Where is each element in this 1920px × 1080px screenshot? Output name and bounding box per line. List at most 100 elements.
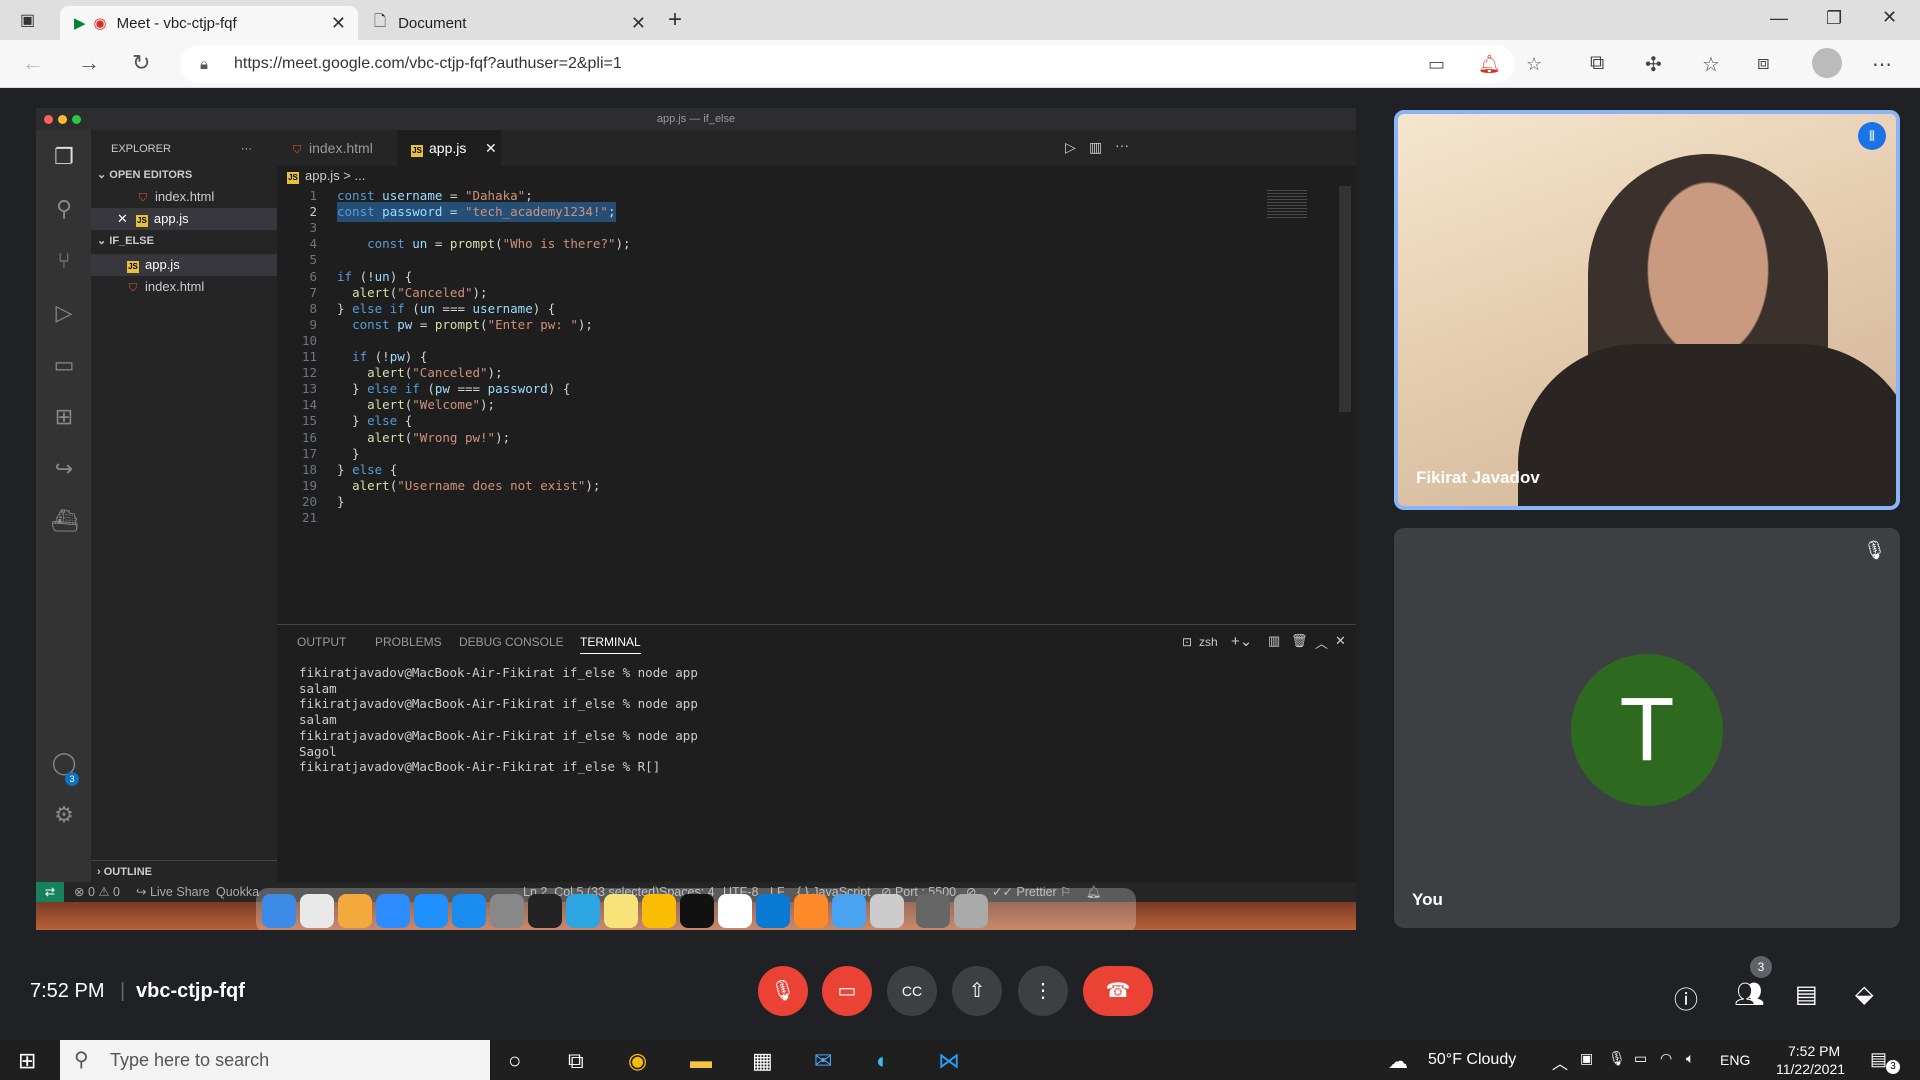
mac-close-dot[interactable] bbox=[44, 115, 53, 124]
trash-icon[interactable]: 🗑︎ bbox=[1291, 633, 1308, 649]
split-terminal-icon[interactable]: ▥ bbox=[1268, 633, 1280, 649]
photos-icon[interactable] bbox=[338, 894, 372, 928]
code-line[interactable]: const password = "tech_academy1234!"; bbox=[337, 202, 616, 223]
settings-gear-icon[interactable]: ⚙ bbox=[51, 802, 77, 828]
slack-icon[interactable] bbox=[718, 894, 752, 928]
code-line[interactable]: } bbox=[337, 492, 345, 512]
camera-icon[interactable]: ▭ bbox=[1428, 54, 1445, 75]
tab-debug-console[interactable]: DEBUG CONSOLE bbox=[459, 635, 564, 649]
close-tab-icon[interactable]: ✕ bbox=[631, 13, 646, 34]
close-panel-icon[interactable]: ✕ bbox=[1335, 633, 1346, 649]
system-preferences-icon[interactable] bbox=[490, 894, 524, 928]
live-share-status[interactable]: ↪ Live Share bbox=[136, 882, 210, 902]
trash-icon[interactable] bbox=[954, 894, 988, 928]
outline-header[interactable]: › OUTLINE bbox=[91, 860, 277, 882]
windows-start-icon[interactable]: ⊞ bbox=[18, 1048, 36, 1074]
search-icon[interactable]: ⚲ bbox=[51, 196, 77, 222]
participant-tile-self[interactable]: 🎙︎ T You bbox=[1394, 528, 1900, 928]
people-icon[interactable]: 👥︎ bbox=[1734, 980, 1764, 1009]
file-item[interactable]: ⛉ index.html bbox=[91, 276, 277, 298]
vscode-icon[interactable] bbox=[756, 894, 790, 928]
present-button[interactable]: ⇧ bbox=[952, 966, 1002, 1016]
code-line[interactable]: const pw = prompt("Enter pw: "); bbox=[337, 315, 593, 335]
editor-tab-app[interactable]: JS app.js ✕ bbox=[397, 130, 501, 166]
edge-icon[interactable]: ◐ bbox=[876, 1048, 889, 1074]
files-icon[interactable]: ❐ bbox=[51, 144, 77, 170]
mac-zoom-dot[interactable] bbox=[72, 115, 81, 124]
chrome-icon[interactable]: ◉ bbox=[628, 1048, 647, 1074]
tab-actions-icon[interactable]: ▣ bbox=[20, 10, 35, 30]
taskbar-search[interactable]: ⚲ Type here to search bbox=[60, 1040, 490, 1080]
battery-icon[interactable]: ▭ bbox=[1634, 1050, 1647, 1067]
launchpad-icon[interactable] bbox=[300, 894, 334, 928]
telegram-icon[interactable] bbox=[566, 894, 600, 928]
cortana-icon[interactable]: ○ bbox=[508, 1048, 521, 1074]
tab-output[interactable]: OUTPUT bbox=[297, 635, 346, 649]
notifications-icon[interactable]: ▤ bbox=[1870, 1049, 1887, 1070]
microphone-icon[interactable]: 🎙︎ bbox=[1608, 1050, 1626, 1067]
code-line[interactable]: const un = prompt("Who is there?"); bbox=[337, 234, 630, 254]
xcode-icon[interactable] bbox=[832, 894, 866, 928]
breadcrumb[interactable]: JS app.js > ... bbox=[287, 168, 365, 184]
more-options-button[interactable]: ⋮ bbox=[1018, 966, 1068, 1016]
file-item[interactable]: JS app.js bbox=[91, 254, 277, 276]
close-window-icon[interactable]: ✕ bbox=[1882, 7, 1897, 28]
close-icon[interactable]: ✕ bbox=[117, 211, 128, 226]
terminal-shell-label[interactable]: zsh bbox=[1199, 635, 1218, 649]
mac-minimize-dot[interactable] bbox=[58, 115, 67, 124]
meeting-details-icon[interactable]: ⓘ bbox=[1674, 980, 1698, 1015]
app-store-icon[interactable] bbox=[452, 894, 486, 928]
browser-tab-meet[interactable]: ▶ ◉ Meet - vbc-ctjp-fqf ✕ bbox=[60, 6, 358, 40]
tab-terminal[interactable]: TERMINAL bbox=[580, 635, 641, 654]
store-icon[interactable]: ▦ bbox=[752, 1048, 773, 1074]
forward-icon[interactable]: → bbox=[78, 50, 100, 76]
chat-icon[interactable]: ▤ bbox=[1795, 980, 1818, 1009]
safari-icon[interactable] bbox=[414, 894, 448, 928]
extensions-icon[interactable]: ⊞ bbox=[51, 404, 77, 430]
downloads-icon[interactable] bbox=[916, 894, 950, 928]
code-line[interactable]: alert("Username does not exist"); bbox=[337, 476, 600, 496]
chrome-icon[interactable] bbox=[642, 894, 676, 928]
open-editors-header[interactable]: ⌄ OPEN EDITORS bbox=[91, 164, 277, 186]
activities-icon[interactable]: ⬙ bbox=[1855, 980, 1873, 1009]
mic-off-button[interactable]: 🎙︎ bbox=[758, 966, 808, 1016]
tray-chevron-icon[interactable]: ︿ bbox=[1552, 1050, 1568, 1074]
close-icon[interactable]: ✕ bbox=[485, 130, 497, 166]
problems-count[interactable]: ⊗ 0 ⚠ 0 bbox=[74, 882, 120, 902]
weather-text[interactable]: 50°F Cloudy bbox=[1428, 1051, 1516, 1069]
volume-icon[interactable]: 🔈︎ bbox=[1686, 1050, 1694, 1067]
remote-explorer-icon[interactable]: ▭ bbox=[51, 352, 77, 378]
remote-indicator[interactable]: ⇄ bbox=[36, 882, 64, 902]
quokka-status[interactable]: Quokka bbox=[216, 882, 259, 902]
browser-tab-document[interactable]: 🗋 Document ✕ bbox=[360, 6, 658, 40]
camera-off-button[interactable]: ▭ bbox=[822, 966, 872, 1016]
sublime-icon[interactable] bbox=[794, 894, 828, 928]
task-view-icon[interactable]: ⧉ bbox=[568, 1048, 584, 1074]
run-debug-icon[interactable]: ▷ bbox=[51, 300, 77, 326]
wifi-icon[interactable]: ◠ bbox=[1660, 1050, 1672, 1067]
extension-icon[interactable]: ⧉ bbox=[1590, 52, 1604, 75]
device-icon[interactable]: ▣ bbox=[1580, 1050, 1593, 1067]
puzzle-icon[interactable]: ✣ bbox=[1645, 52, 1662, 77]
notifications-blocked-icon[interactable]: 🔔︎ bbox=[1478, 54, 1501, 75]
minimap[interactable] bbox=[1267, 190, 1307, 220]
close-tab-icon[interactable]: ✕ bbox=[331, 13, 346, 34]
leave-call-button[interactable]: ☎ bbox=[1083, 966, 1153, 1016]
open-editor-item[interactable]: ⛉ index.html bbox=[91, 186, 277, 208]
captions-button[interactable]: CC bbox=[887, 966, 937, 1016]
scrollbar[interactable] bbox=[1339, 186, 1351, 412]
tab-problems[interactable]: PROBLEMS bbox=[375, 635, 442, 649]
docker-icon[interactable]: ⛴ bbox=[51, 508, 79, 534]
favorite-star-icon[interactable]: ☆ bbox=[1526, 54, 1542, 75]
profile-avatar[interactable] bbox=[1812, 48, 1842, 78]
source-control-icon[interactable]: ⑂ bbox=[51, 248, 77, 274]
terminal-icon[interactable] bbox=[680, 894, 714, 928]
terminal-output[interactable]: fikiratjavadov@MacBook-Air-Fikirat if_el… bbox=[299, 665, 698, 775]
folder-header[interactable]: ⌄ IF_ELSE bbox=[91, 230, 277, 252]
finder-icon[interactable] bbox=[262, 894, 296, 928]
editor-tab-index[interactable]: ⛉ index.html bbox=[277, 130, 397, 166]
run-icon[interactable]: ▷ bbox=[1065, 139, 1076, 156]
more-actions-icon[interactable]: ··· bbox=[241, 138, 252, 160]
url-field[interactable]: 🔒︎ https://meet.google.com/vbc-ctjp-fqf?… bbox=[180, 45, 1542, 83]
clock-time[interactable]: 7:52 PM bbox=[1788, 1043, 1840, 1059]
